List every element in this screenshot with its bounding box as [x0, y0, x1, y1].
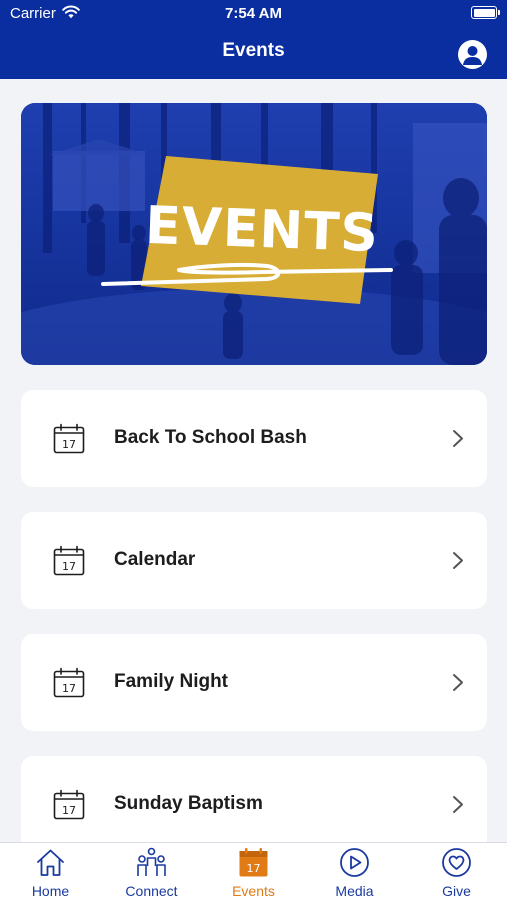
- event-item-sunday-baptism[interactable]: 17 Sunday Baptism: [21, 756, 487, 853]
- event-label: Back To School Bash: [114, 427, 307, 448]
- calendar-icon: 17: [53, 423, 85, 454]
- page-title: Events: [222, 40, 285, 61]
- calendar-day: 17: [62, 682, 76, 695]
- chevron-right-icon: [453, 796, 463, 813]
- calendar-day: 17: [62, 438, 76, 451]
- calendar-icon: 17: [53, 667, 85, 698]
- chevron-right-icon: [453, 674, 463, 691]
- calendar-icon: 17: [239, 848, 268, 877]
- tab-label: Events: [232, 883, 275, 899]
- calendar-icon: 17: [53, 545, 85, 576]
- play-icon: [340, 848, 369, 877]
- profile-button[interactable]: [458, 40, 487, 69]
- tab-bar: Home Connect 17 Events Media Give: [0, 842, 507, 900]
- event-label: Calendar: [114, 549, 196, 570]
- calendar-day: 17: [62, 804, 76, 817]
- tab-media[interactable]: Media: [304, 843, 405, 900]
- status-time: 7:54 AM: [225, 5, 282, 22]
- event-label: Family Night: [114, 671, 229, 692]
- tab-give[interactable]: Give: [406, 843, 507, 900]
- calendar-day: 17: [62, 560, 76, 573]
- tab-events[interactable]: 17 Events: [203, 843, 304, 900]
- app-header: Carrier 7:54 AM Events: [0, 0, 507, 79]
- event-label: Sunday Baptism: [114, 793, 263, 814]
- tab-connect[interactable]: Connect: [101, 843, 202, 900]
- chevron-right-icon: [453, 552, 463, 569]
- tab-home[interactable]: Home: [0, 843, 101, 900]
- status-bar: Carrier 7:54 AM: [0, 0, 507, 28]
- home-icon: [37, 849, 64, 876]
- tab-label: Media: [335, 883, 374, 899]
- calendar-day: 17: [247, 862, 261, 875]
- events-banner[interactable]: EVENTS: [21, 103, 487, 365]
- tab-label: Give: [442, 883, 471, 899]
- event-item-calendar[interactable]: 17 Calendar: [21, 512, 487, 609]
- user-icon: [463, 46, 482, 65]
- event-item-family-night[interactable]: 17 Family Night: [21, 634, 487, 731]
- event-item-back-to-school-bash[interactable]: 17 Back To School Bash: [21, 390, 487, 487]
- people-icon: [137, 847, 166, 876]
- banner-title: EVENTS: [144, 196, 380, 264]
- tab-label: Connect: [125, 883, 178, 899]
- chevron-right-icon: [453, 430, 463, 447]
- heart-icon: [442, 848, 471, 877]
- banner-image: EVENTS: [21, 103, 487, 365]
- tab-label: Home: [31, 883, 70, 899]
- battery-icon: [471, 6, 500, 19]
- calendar-icon: 17: [53, 789, 85, 820]
